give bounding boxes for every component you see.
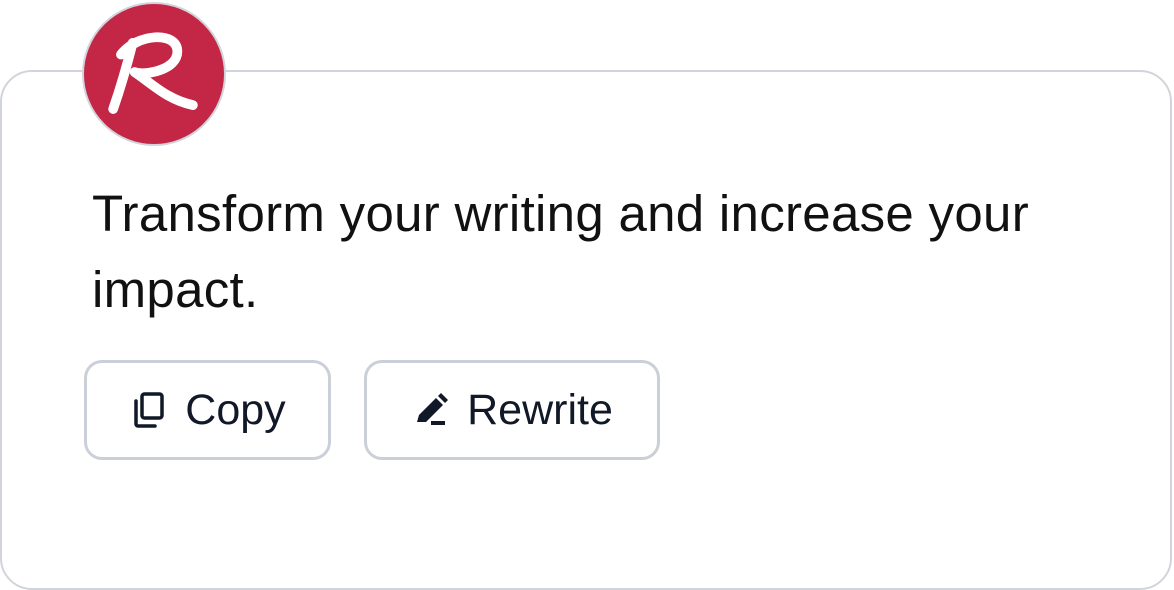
brand-avatar [82,2,226,146]
copy-button[interactable]: Copy [84,360,331,460]
rewrite-button-label: Rewrite [467,385,613,434]
message-card [0,70,1172,590]
brand-logo-icon [108,32,198,114]
copy-button-label: Copy [185,385,286,434]
message-text: Transform your writing and increase your… [92,185,1029,318]
copy-icon [129,390,169,430]
rewrite-button[interactable]: Rewrite [364,360,660,460]
pencil-icon [411,390,451,430]
